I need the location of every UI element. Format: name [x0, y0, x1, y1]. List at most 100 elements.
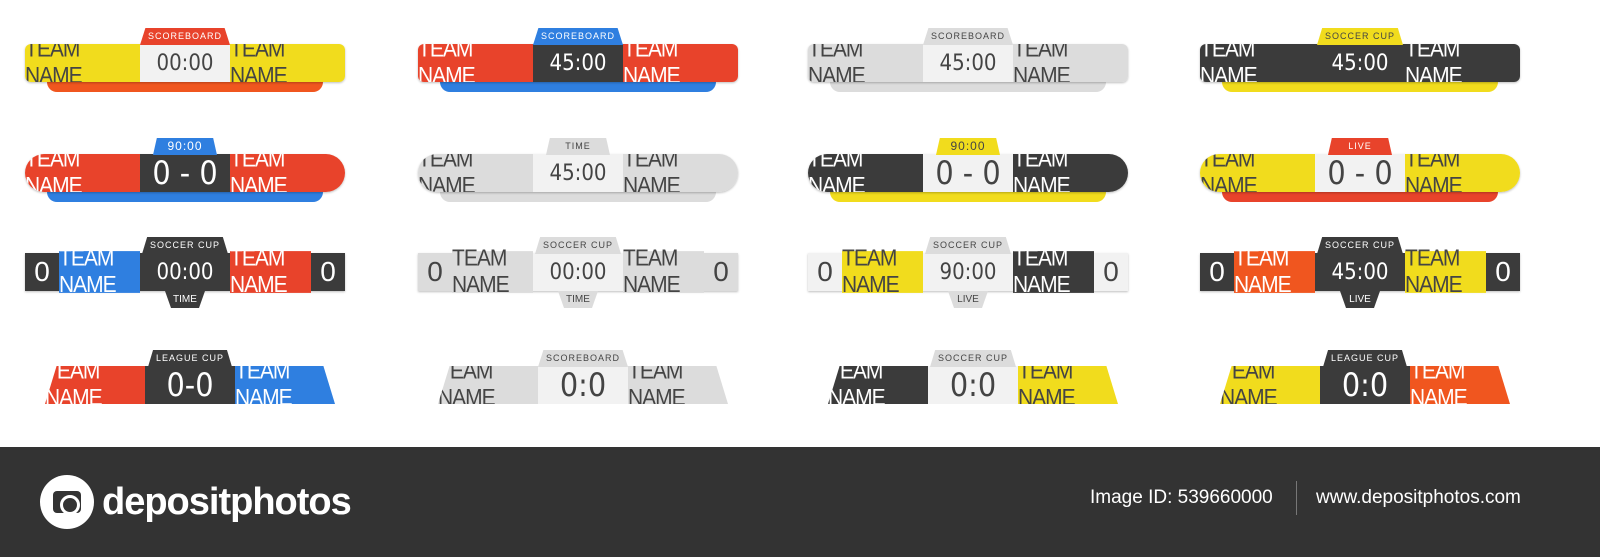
scoreboard: 0 TEAM NAME 00:00 TEAM NAME 0 SOCCER CUP TIME — [25, 231, 345, 311]
brand-name: depositphotos — [102, 480, 352, 523]
scoreboard: TEAM NAME 45:00 TEAM NAME SCOREBOARD — [808, 22, 1128, 102]
left-team-name: TEAM NAME — [808, 44, 923, 82]
left-score: 0 — [25, 253, 59, 291]
center-display: 0-0 — [145, 366, 235, 404]
score-bar: 0 TEAM NAME 00:00 TEAM NAME 0 — [25, 246, 345, 297]
score-bar: TEAM NAME 0-0 TEAM NAME — [45, 366, 335, 404]
center-display: 0 - 0 — [1315, 154, 1405, 192]
score-bar: TEAM NAME 0 - 0 TEAM NAME — [808, 154, 1128, 192]
right-team-name: TEAM NAME — [623, 154, 738, 192]
center-display: 0 - 0 — [923, 154, 1013, 192]
score-bar: 0 TEAM NAME 00:00 TEAM NAME 0 — [418, 246, 738, 297]
left-team-name: TEAM NAME — [808, 154, 923, 192]
right-team-name: TEAM NAME — [1405, 44, 1520, 82]
right-team-name: TEAM NAME — [1018, 366, 1118, 404]
image-id: Image ID: 539660000 — [1090, 487, 1273, 508]
score-bar: TEAM NAME 45:00 TEAM NAME — [1200, 44, 1520, 82]
score-bar: TEAM NAME 0:0 TEAM NAME — [828, 366, 1118, 404]
left-team-name: TEAM NAME — [25, 154, 140, 192]
right-team-name: TEAM NAME — [1405, 154, 1520, 192]
top-label: SOCCER CUP — [1316, 28, 1404, 45]
top-label: SOCCER CUP — [141, 237, 229, 254]
left-team-name: TEAM NAME — [1220, 366, 1320, 404]
right-team-name: TEAM NAME — [230, 246, 311, 297]
divider — [1296, 481, 1297, 515]
bottom-accent-bar — [47, 192, 323, 202]
bottom-accent-bar — [47, 82, 323, 92]
depositphotos-logo: depositphotos — [40, 475, 352, 529]
center-display: 45:00 — [1315, 253, 1405, 291]
left-team-name: TEAM NAME — [452, 246, 533, 297]
right-score: 0 — [704, 253, 738, 291]
left-team-name: TEAM NAME — [1200, 154, 1315, 192]
left-team-name: TEAM NAME — [438, 366, 538, 404]
score-bar: 0 TEAM NAME 90:00 TEAM NAME 0 — [808, 246, 1128, 297]
bottom-label: LIVE — [948, 291, 988, 308]
score-bar: TEAM NAME 0 - 0 TEAM NAME — [25, 154, 345, 192]
bottom-accent-bar — [440, 82, 716, 92]
top-label: SCOREBOARD — [922, 28, 1014, 45]
scoreboard: TEAM NAME 00:00 TEAM NAME SCOREBOARD — [25, 22, 345, 102]
center-display: 45:00 — [533, 154, 623, 192]
right-team-name: TEAM NAME — [230, 44, 345, 82]
center-display: 00:00 — [140, 44, 230, 82]
score-bar: TEAM NAME 0 - 0 TEAM NAME — [1200, 154, 1520, 192]
top-label: 90:00 — [153, 138, 217, 155]
score-bar: TEAM NAME 45:00 TEAM NAME — [808, 44, 1128, 82]
scoreboard: TEAM NAME 0 - 0 TEAM NAME LIVE — [1200, 132, 1520, 212]
left-team-name: TEAM NAME — [828, 366, 928, 404]
left-score: 0 — [808, 253, 842, 291]
right-team-name: TEAM NAME — [230, 154, 345, 192]
top-label: SCOREBOARD — [139, 28, 231, 45]
center-display: 0:0 — [1320, 366, 1410, 404]
scoreboard: TEAM NAME 45:00 TEAM NAME SOCCER CUP — [1200, 22, 1520, 102]
left-team-name: TEAM NAME — [1200, 44, 1315, 82]
scoreboard: TEAM NAME 0 - 0 TEAM NAME 90:00 — [808, 132, 1128, 212]
scoreboard: 0 TEAM NAME 45:00 TEAM NAME 0 SOCCER CUP LIVE — [1200, 231, 1520, 311]
left-team-name: TEAM NAME — [418, 44, 533, 82]
top-label: LEAGUE CUP — [1322, 350, 1408, 367]
right-team-name: TEAM NAME — [623, 44, 738, 82]
score-bar: TEAM NAME 0:0 TEAM NAME — [438, 366, 728, 404]
bottom-label: LIVE — [1340, 291, 1380, 308]
left-team-name: TEAM NAME — [59, 246, 140, 297]
right-score: 0 — [1094, 253, 1128, 291]
scoreboard: TEAM NAME 0:0 TEAM NAME LEAGUE CUP — [1220, 344, 1510, 424]
bottom-label: TIME — [558, 291, 598, 308]
scoreboard: 0 TEAM NAME 00:00 TEAM NAME 0 SOCCER CUP TIME — [418, 231, 738, 311]
score-bar: TEAM NAME 00:00 TEAM NAME — [25, 44, 345, 82]
top-label: 90:00 — [936, 138, 1000, 155]
right-team-name: TEAM NAME — [1013, 246, 1094, 297]
top-label: LEAGUE CUP — [147, 350, 233, 367]
center-display: 0:0 — [928, 366, 1018, 404]
center-display: 45:00 — [533, 44, 623, 82]
scoreboard: TEAM NAME 0:0 TEAM NAME SCOREBOARD — [438, 344, 728, 424]
left-score: 0 — [1200, 253, 1234, 291]
top-label: SOCCER CUP — [534, 237, 622, 254]
scoreboard: TEAM NAME 0:0 TEAM NAME SOCCER CUP — [828, 344, 1118, 424]
right-team-name: TEAM NAME — [628, 366, 728, 404]
left-team-name: TEAM NAME — [45, 366, 145, 404]
right-team-name: TEAM NAME — [1410, 366, 1510, 404]
score-bar: TEAM NAME 45:00 TEAM NAME — [418, 44, 738, 82]
top-label: LIVE — [1328, 138, 1392, 155]
score-bar: TEAM NAME 0:0 TEAM NAME — [1220, 366, 1510, 404]
center-display: 45:00 — [1315, 44, 1405, 82]
top-label: SCOREBOARD — [537, 350, 629, 367]
right-score: 0 — [1486, 253, 1520, 291]
right-team-name: TEAM NAME — [235, 366, 335, 404]
footer-bar: depositphotos Image ID: 539660000 www.de… — [0, 447, 1600, 557]
score-bar: TEAM NAME 45:00 TEAM NAME — [418, 154, 738, 192]
bottom-accent-bar — [1222, 82, 1498, 92]
top-label: SOCCER CUP — [924, 237, 1012, 254]
scoreboard: TEAM NAME 45:00 TEAM NAME SCOREBOARD — [418, 22, 738, 102]
left-score: 0 — [418, 253, 452, 291]
left-team-name: TEAM NAME — [418, 154, 533, 192]
left-team-name: TEAM NAME — [842, 246, 923, 297]
right-team-name: TEAM NAME — [1013, 154, 1128, 192]
camera-icon — [40, 475, 94, 529]
center-display: 0:0 — [538, 366, 628, 404]
left-team-name: TEAM NAME — [1234, 246, 1315, 297]
right-team-name: TEAM NAME — [1405, 246, 1486, 297]
scoreboard: TEAM NAME 45:00 TEAM NAME TIME — [418, 132, 738, 212]
